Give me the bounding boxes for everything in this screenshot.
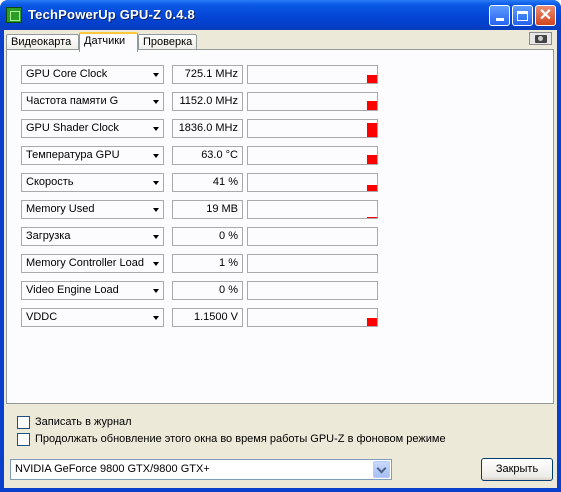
sensor-name: Memory Used xyxy=(26,203,95,215)
sensor-name-select[interactable]: GPU Shader Clock xyxy=(21,119,164,138)
sensor-graph xyxy=(247,173,378,192)
sensor-name-select[interactable]: Memory Used xyxy=(21,200,164,219)
sensor-graph-bar xyxy=(367,217,377,218)
sensor-graph-bar xyxy=(367,318,377,326)
sensor-name-select[interactable]: VDDC xyxy=(21,308,164,327)
sensor-value: 0 % xyxy=(172,281,243,300)
sensor-value: 63.0 °C xyxy=(172,146,243,165)
minimize-icon xyxy=(495,18,504,21)
gpuz-app-icon xyxy=(6,7,22,23)
dropdown-arrow-icon xyxy=(153,154,159,158)
title-bar[interactable]: TechPowerUp GPU-Z 0.4.8 ✕ xyxy=(0,0,561,30)
gpu-select-arrow[interactable] xyxy=(373,461,390,478)
sensor-name: Memory Controller Load xyxy=(26,257,144,269)
sensor-value: 19 MB xyxy=(172,200,243,219)
tab-sensors[interactable]: Датчики xyxy=(79,32,138,52)
screenshot-button[interactable] xyxy=(529,32,552,45)
sensor-value: 1836.0 MHz xyxy=(172,119,243,138)
sensor-name: VDDC xyxy=(26,311,58,323)
sensor-name-select[interactable]: GPU Core Clock xyxy=(21,65,164,84)
sensor-name-select[interactable]: Скорость xyxy=(21,173,164,192)
sensor-graph xyxy=(247,281,378,300)
sensor-graph xyxy=(247,200,378,219)
sensor-name: Скорость xyxy=(26,176,74,188)
sensor-graph xyxy=(247,65,378,84)
sensor-name-select[interactable]: Video Engine Load xyxy=(21,281,164,300)
close-button[interactable]: Закрыть xyxy=(481,458,553,481)
sensor-value: 1152.0 MHz xyxy=(172,92,243,111)
sensor-graph-bar xyxy=(367,101,377,110)
close-window-button[interactable]: ✕ xyxy=(535,5,556,26)
sensor-name: Температура GPU xyxy=(26,149,120,161)
dropdown-arrow-icon xyxy=(153,100,159,104)
gpu-select[interactable]: NVIDIA GeForce 9800 GTX/9800 GTX+ xyxy=(10,459,392,480)
sensor-name: GPU Core Clock xyxy=(26,68,108,80)
dropdown-arrow-icon xyxy=(153,181,159,185)
dropdown-arrow-icon xyxy=(153,127,159,131)
maximize-icon xyxy=(517,10,528,21)
sensor-graph xyxy=(247,92,378,111)
dropdown-arrow-icon xyxy=(153,208,159,212)
sensor-graph xyxy=(247,227,378,246)
sensor-name: Частота памяти G xyxy=(26,95,119,107)
dropdown-arrow-icon xyxy=(153,316,159,320)
window-title: TechPowerUp GPU-Z 0.4.8 xyxy=(28,7,195,22)
sensors-panel: GPU Core Clock 725.1 MHz Частота памяти G 1… xyxy=(6,49,554,404)
sensor-graph xyxy=(247,254,378,273)
sensor-graph xyxy=(247,308,378,327)
sensor-name-select[interactable]: Частота памяти G xyxy=(21,92,164,111)
minimize-button[interactable] xyxy=(489,5,510,26)
sensor-graph xyxy=(247,119,378,138)
gpuz-window: TechPowerUp GPU-Z 0.4.8 ✕ Видеокарта Дат… xyxy=(0,0,561,492)
sensor-value: 0 % xyxy=(172,227,243,246)
continue-refresh-label: Продолжать обновление этого окна во врем… xyxy=(35,433,446,445)
gpu-select-value: NVIDIA GeForce 9800 GTX/9800 GTX+ xyxy=(15,463,210,475)
close-icon: ✕ xyxy=(538,6,553,24)
sensor-value: 41 % xyxy=(172,173,243,192)
sensor-value: 1.1500 V xyxy=(172,308,243,327)
camera-icon xyxy=(534,34,547,43)
sensor-graph-bar xyxy=(367,75,377,83)
sensor-name-select[interactable]: Температура GPU xyxy=(21,146,164,165)
log-to-file-checkbox[interactable] xyxy=(17,416,30,429)
sensor-name: Video Engine Load xyxy=(26,284,119,296)
sensor-name-select[interactable]: Загрузка xyxy=(21,227,164,246)
dropdown-arrow-icon xyxy=(153,73,159,77)
sensor-name-select[interactable]: Memory Controller Load xyxy=(21,254,164,273)
maximize-button[interactable] xyxy=(512,5,533,26)
sensor-graph xyxy=(247,146,378,165)
dropdown-arrow-icon xyxy=(153,262,159,266)
window-client-area: Видеокарта Датчики Проверка GPU Core Clo… xyxy=(4,30,557,488)
sensor-graph-bar xyxy=(367,123,377,137)
dropdown-arrow-icon xyxy=(153,235,159,239)
sensor-value: 725.1 MHz xyxy=(172,65,243,84)
continue-refresh-checkbox[interactable] xyxy=(17,433,30,446)
sensor-graph-bar xyxy=(367,155,377,164)
sensor-value: 1 % xyxy=(172,254,243,273)
sensor-name: Загрузка xyxy=(26,230,71,242)
sensor-name: GPU Shader Clock xyxy=(26,122,119,134)
sensor-graph-bar xyxy=(367,185,377,191)
log-to-file-label: Записать в журнал xyxy=(35,416,132,428)
chevron-down-icon xyxy=(376,463,387,473)
dropdown-arrow-icon xyxy=(153,289,159,293)
